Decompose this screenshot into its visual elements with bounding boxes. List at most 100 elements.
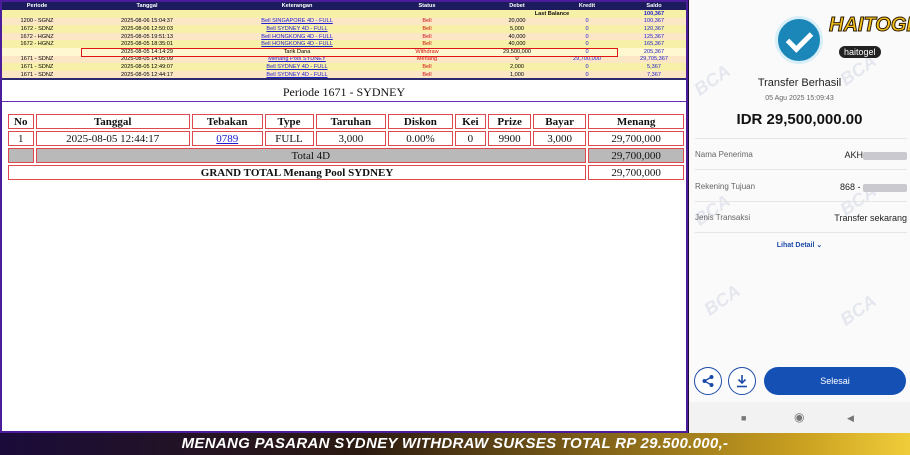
- ledger-tanggal: 2025-08-05 12:49:07: [121, 63, 173, 70]
- last-balance-row: Last Balance 100,367: [2, 10, 686, 18]
- ledger-tanggal: 2025-08-05 19:51:13: [72, 32, 222, 41]
- ledger-kredit: 0: [552, 70, 622, 79]
- logo-subtext: haitogel: [839, 46, 881, 58]
- ledger-kredit: 0: [585, 25, 589, 32]
- ledger-keterangan-link[interactable]: Bell SYDNEY 4D - FULL: [222, 70, 372, 79]
- share-icon: [702, 375, 714, 387]
- periode-title: Periode 1671 - SYDNEY: [2, 84, 686, 102]
- ledger-debet: 20,000: [482, 17, 552, 26]
- ledger-tanggal: 2025-08-06 15:04:37: [72, 17, 222, 26]
- withdraw-highlight-box: [81, 48, 618, 57]
- ledger-header-row: Periode Tanggal Keterangan Status Debet …: [2, 2, 686, 10]
- download-button[interactable]: [728, 367, 756, 395]
- result-menang: 29,700,000: [588, 131, 684, 146]
- account-label: Rekening Tujuan: [695, 182, 756, 191]
- ledger-periode: [2, 47, 72, 56]
- promo-banner: MENANG PASARAN SYDNEY WITHDRAW SUKSES TO…: [0, 433, 910, 455]
- ledger-periode: 1672 - HGNZ: [20, 41, 54, 48]
- ledger-debet: 40,000: [482, 32, 552, 41]
- result-taruhan: 3,000: [315, 131, 387, 146]
- transfer-receipt-screen: BCA BCA BCA BCA BCA BCA HAITOGEL haitoge…: [689, 0, 910, 433]
- ledger-tanggal: 2025-08-05 18:35:01: [121, 41, 173, 48]
- ledger-status: Bell: [422, 41, 432, 48]
- android-nav-bar: ■ ◉ ◀: [689, 402, 910, 433]
- total-spacer: [8, 148, 34, 163]
- divider: [695, 169, 907, 170]
- ledger-keterangan-link[interactable]: Bell SYDNEY 4D - FULL: [222, 25, 372, 33]
- last-balance-label: Last Balance: [534, 10, 570, 17]
- account-row: Rekening Tujuan 868 -: [695, 182, 907, 192]
- transfer-date: 05 Agu 2025 15:09:43: [765, 95, 834, 102]
- ledger-debet: 5,000: [510, 25, 524, 32]
- done-button[interactable]: Selesai: [764, 367, 906, 395]
- ledger-status: Bell: [372, 70, 482, 79]
- result-tanggal: 2025-08-05 12:44:17: [35, 131, 190, 146]
- redacted-mask: [863, 183, 907, 192]
- ledger-table: Periode Tanggal Keterangan Status Debet …: [2, 2, 686, 79]
- ledger-keterangan-link[interactable]: Bell SYDNEY 4D - FULL: [222, 63, 372, 71]
- grand-total-label: GRAND TOTAL Menang Pool SYDNEY: [8, 165, 587, 180]
- ledger-saldo: 5,367: [647, 63, 661, 70]
- recipient-label: Nama Penerima: [695, 150, 753, 159]
- ledger-keterangan-link[interactable]: Bell SINGAPORE 4D - FULL: [222, 17, 372, 26]
- ledger-row: 1671 - SDNZ 2025-08-05 12:44:17 Bell SYD…: [2, 70, 686, 79]
- ledger-periode: 1671 - SDNZ: [20, 63, 54, 70]
- transaction-ledger: Periode Tanggal Keterangan Status Debet …: [2, 2, 686, 80]
- result-header-tebakan: Tebakan: [191, 114, 263, 129]
- check-circle-icon: [775, 16, 823, 64]
- redacted-mask: [863, 151, 907, 160]
- ledger-saldo: 29,705,367: [622, 55, 686, 64]
- betting-history-panel: Periode Tanggal Keterangan Status Debet …: [0, 0, 688, 433]
- back-icon[interactable]: ◀: [847, 413, 854, 424]
- recents-icon[interactable]: ■: [741, 413, 746, 423]
- ledger-tanggal: 2025-08-06 12:50:03: [121, 25, 173, 32]
- chevron-down-icon: ⌄: [816, 242, 823, 249]
- result-header-kei: Kei: [454, 114, 487, 129]
- transaction-type-row: Jenis Transaksi Transfer sekarang: [695, 213, 907, 223]
- ledger-periode: 1671 - SDNZ: [2, 70, 72, 79]
- ledger-status: Bell: [422, 25, 432, 32]
- result-table: No Tanggal Tebakan Type Taruhan Diskon K…: [6, 112, 686, 182]
- ledger-row: 1200 - SGNZ 2025-08-06 15:04:37 Bell SIN…: [2, 17, 686, 26]
- result-header-diskon: Diskon: [388, 114, 453, 129]
- see-details-link[interactable]: Lihat Detail ⌄: [689, 241, 910, 249]
- ledger-saldo: 100,367: [622, 17, 686, 26]
- ledger-row: 1672 - SDNZ 2025-08-06 12:50:03 Bell SYD…: [2, 25, 686, 33]
- result-row: 1 2025-08-05 12:44:17 0789 FULL 3,000 0.…: [8, 131, 684, 146]
- ledger-header-keterangan: Keterangan: [222, 2, 372, 10]
- last-balance-value: 100,367: [643, 10, 665, 17]
- transaction-type-label: Jenis Transaksi: [695, 213, 751, 222]
- result-header-type: Type: [264, 114, 314, 129]
- total-value: 29,700,000: [588, 148, 684, 163]
- ledger-debet: 1,000: [482, 70, 552, 79]
- ledger-tanggal: 2025-08-05 12:44:17: [72, 70, 222, 79]
- ledger-row: 1672 - HGNZ 2025-08-05 19:51:13 Bell HON…: [2, 32, 686, 41]
- ledger-status: Bell: [422, 63, 432, 70]
- ledger-kredit: 0: [552, 17, 622, 26]
- result-diskon: 0.00%: [388, 131, 453, 146]
- share-button[interactable]: [694, 367, 722, 395]
- ledger-keterangan-link[interactable]: Bell HONGKONG 4D - FULL: [222, 40, 372, 48]
- divider: [695, 201, 907, 202]
- ledger-status: Bell: [372, 32, 482, 41]
- ledger-header-periode: Periode: [2, 2, 72, 10]
- total-row: Total 4D 29,700,000: [8, 148, 684, 163]
- ledger-saldo: 205,367: [622, 47, 686, 56]
- result-header-row: No Tanggal Tebakan Type Taruhan Diskon K…: [8, 114, 684, 129]
- ledger-periode: 1672 - SDNZ: [20, 25, 54, 32]
- ledger-status: Bell: [372, 17, 482, 26]
- haitogel-logo: HAITOGEL haitogel: [829, 14, 910, 60]
- result-bayar: 3,000: [533, 131, 587, 146]
- ledger-periode: 1200 - SGNZ: [2, 17, 72, 26]
- transfer-amount: IDR 29,500,000.00: [736, 111, 863, 128]
- ledger-periode: 1672 - HGNZ: [2, 32, 72, 41]
- ledger-keterangan-link[interactable]: Bell HONGKONG 4D - FULL: [222, 32, 372, 41]
- recipient-row: Nama Penerima AKH: [695, 150, 907, 160]
- result-header-no: No: [8, 114, 34, 129]
- banner-text: MENANG PASARAN SYDNEY WITHDRAW SUKSES TO…: [181, 435, 729, 452]
- recipient-value: AKH: [844, 150, 907, 160]
- ledger-saldo: 7,367: [622, 70, 686, 79]
- home-icon[interactable]: ◉: [794, 410, 804, 424]
- transaction-type-value: Transfer sekarang: [834, 213, 907, 223]
- result-tebakan-link[interactable]: 0789: [191, 131, 263, 146]
